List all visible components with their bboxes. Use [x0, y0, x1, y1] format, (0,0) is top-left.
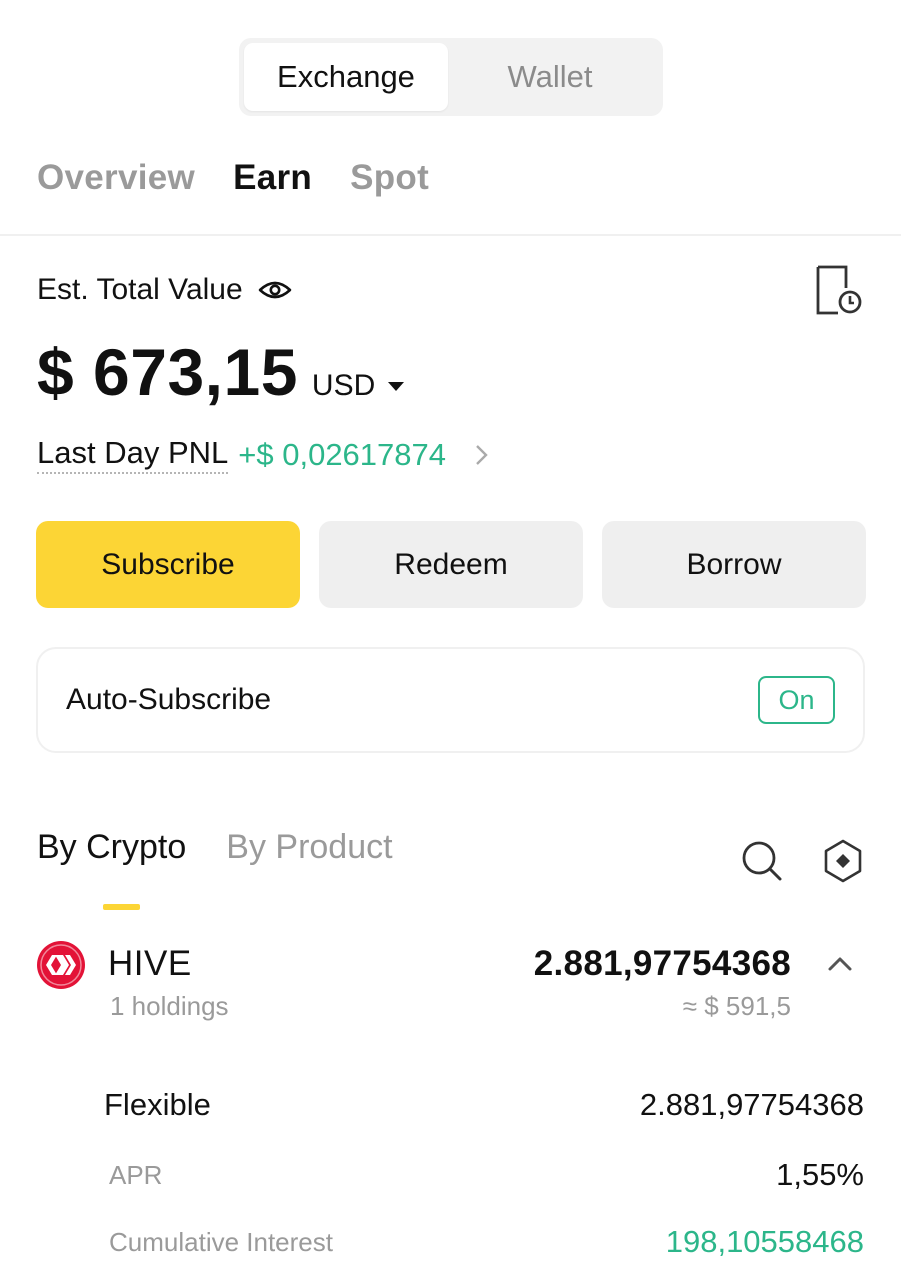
total-value: $ 673,15: [37, 335, 298, 409]
segment-wallet[interactable]: Wallet: [448, 43, 652, 111]
caret-down-icon: [388, 382, 405, 391]
product-amount: 2.881,97754368: [639, 1087, 864, 1122]
pnl-row: Last Day PNL +$ 0,02617874: [37, 435, 490, 474]
auto-subscribe-status[interactable]: On: [758, 676, 835, 724]
tab-by-crypto[interactable]: By Crypto: [37, 828, 186, 867]
cumulative-interest-value: 198,10558468: [665, 1224, 864, 1259]
chevron-right-icon[interactable]: [474, 443, 490, 467]
tab-spot[interactable]: Spot: [350, 158, 429, 198]
history-record-icon[interactable]: [814, 264, 864, 318]
est-total-label: Est. Total Value: [37, 273, 243, 306]
asset-name[interactable]: HIVE: [108, 944, 192, 984]
tab-by-product[interactable]: By Product: [226, 828, 392, 867]
auto-subscribe-card[interactable]: Auto-Subscribe On: [36, 647, 865, 753]
apr-label: APR: [109, 1160, 163, 1190]
cumulative-interest-label: Cumulative Interest: [109, 1227, 333, 1257]
asset-holdings: 1 holdings: [110, 991, 229, 1021]
borrow-button[interactable]: Borrow: [602, 521, 866, 608]
top-tabs: Overview Earn Spot: [37, 158, 429, 198]
currency-selector[interactable]: USD: [312, 369, 405, 403]
auto-subscribe-label: Auto-Subscribe: [66, 683, 272, 716]
currency-code: USD: [311, 369, 376, 402]
tab-overview[interactable]: Overview: [37, 158, 195, 198]
eye-icon[interactable]: [257, 272, 293, 308]
redeem-button[interactable]: Redeem: [319, 521, 583, 608]
total-value-row: $ 673,15 USD: [37, 334, 405, 410]
product-type-label[interactable]: Flexible: [104, 1087, 211, 1123]
filter-icon[interactable]: [822, 838, 864, 884]
pnl-value: +$ 0,02617874: [238, 436, 447, 472]
section-tabs: By Crypto By Product: [37, 828, 393, 867]
asset-amount: 2.881,97754368: [533, 944, 791, 983]
chevron-up-icon[interactable]: [826, 953, 854, 973]
account-type-switch: Exchange Wallet: [239, 38, 663, 116]
active-tab-indicator: [103, 904, 140, 910]
header-divider: [0, 234, 901, 236]
asset-usd-value: ≈ $ 591,5: [682, 991, 791, 1021]
pnl-label[interactable]: Last Day PNL: [37, 435, 229, 474]
est-total-row: Est. Total Value: [37, 272, 293, 308]
tab-earn[interactable]: Earn: [233, 158, 312, 198]
search-icon[interactable]: [740, 838, 784, 884]
apr-value: 1,55%: [776, 1157, 864, 1192]
segment-exchange[interactable]: Exchange: [244, 43, 448, 111]
subscribe-button[interactable]: Subscribe: [36, 521, 300, 608]
hive-logo-icon: [37, 941, 85, 989]
action-buttons: Subscribe Redeem Borrow: [36, 521, 866, 608]
